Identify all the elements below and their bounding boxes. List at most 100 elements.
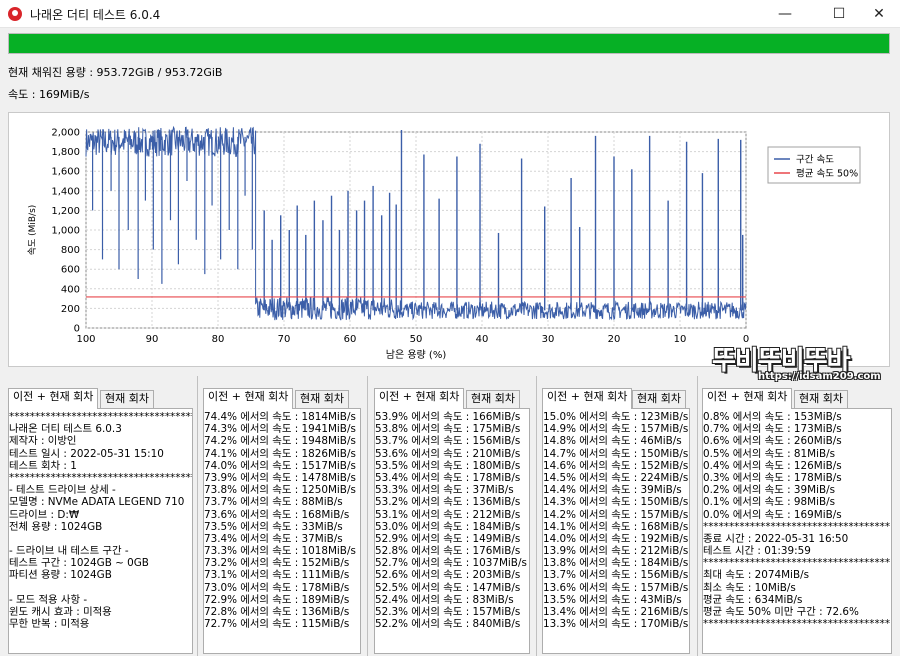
log-line: - 모드 적용 사항 - <box>9 593 88 606</box>
panel-divider <box>197 376 198 656</box>
log-line: 0.2% 에서의 속도 : 39MiB/s <box>703 484 836 497</box>
log-line: 0.8% 에서의 속도 : 153MiB/s <box>703 411 842 423</box>
log-panel-2: 이전 + 현재 회차 현재 회차 74.4% 에서의 속도 : 1814MiB/… <box>203 388 361 654</box>
log-line: 13.5% 에서의 속도 : 43MiB/s <box>543 593 682 606</box>
log-line: 테스트 구간 : 1024GB ~ 0GB <box>9 557 149 570</box>
minimize-button[interactable]: — <box>762 0 808 28</box>
log-line: - 테스트 드라이브 상세 - <box>9 484 116 497</box>
log-line: 15.0% 에서의 속도 : 123MiB/s <box>543 411 689 423</box>
title-bar: 나래온 더티 테스트 6.0.4 — ☐ ✕ <box>0 0 900 28</box>
log-line: 53.0% 에서의 속도 : 184MiB/s <box>375 520 521 533</box>
log-line: ************************************ <box>703 557 891 570</box>
blog-watermark: 뚜비뚜비뚜바 https://idsam209.com <box>711 340 892 388</box>
log-line: 53.5% 에서의 속도 : 180MiB/s <box>375 459 521 472</box>
log-line: 0.7% 에서의 속도 : 173MiB/s <box>703 423 842 436</box>
panel-divider <box>697 376 698 656</box>
log-line: 테스트 시간 : 01:39:59 <box>703 545 811 558</box>
log-line: 52.5% 에서의 속도 : 147MiB/s <box>375 581 521 594</box>
app-logo-icon <box>8 7 22 21</box>
log-line: ************************************ <box>703 520 891 533</box>
log-line: ************************************ <box>9 411 192 423</box>
log-line: 73.8% 에서의 속도 : 1250MiB/s <box>204 484 356 497</box>
log-line: 52.8% 에서의 속도 : 176MiB/s <box>375 545 521 558</box>
log-line: 14.1% 에서의 속도 : 168MiB/s <box>543 520 689 533</box>
tab-all-rounds[interactable]: 이전 + 현재 회차 <box>542 388 633 409</box>
tab-all-rounds[interactable]: 이전 + 현재 회차 <box>702 388 793 409</box>
log-line: 테스트 회차 : 1 <box>9 459 77 472</box>
log-line: 52.3% 에서의 속도 : 157MiB/s <box>375 606 521 618</box>
y-tick-label: 600 <box>61 265 80 276</box>
log-line: 14.5% 에서의 속도 : 224MiB/s <box>543 471 689 484</box>
log-line: 전체 용량 : 1024GB <box>9 520 103 533</box>
x-tick-label: 90 <box>146 334 159 345</box>
tab-current-round[interactable]: 현재 회차 <box>466 390 520 408</box>
log-line: 13.3% 에서의 속도 : 170MiB/s <box>543 618 689 631</box>
log-text-area[interactable]: 74.4% 에서의 속도 : 1814MiB/s 74.3% 에서의 속도 : 1… <box>203 408 361 654</box>
test-progress-fill <box>9 34 889 53</box>
x-axis-label: 남은 용량 (%) <box>386 349 447 361</box>
log-line: 13.6% 에서의 속도 : 157MiB/s <box>543 581 689 594</box>
x-tick-label: 10 <box>674 334 687 345</box>
x-tick-label: 70 <box>278 334 291 345</box>
log-line: 14.3% 에서의 속도 : 150MiB/s <box>543 496 689 509</box>
y-tick-label: 0 <box>74 324 80 335</box>
log-line: 0.6% 에서의 속도 : 260MiB/s <box>703 435 842 448</box>
tab-current-round[interactable]: 현재 회차 <box>100 390 154 408</box>
log-line: 제작자 : 이방인 <box>9 435 77 448</box>
tab-current-round[interactable]: 현재 회차 <box>295 390 349 408</box>
log-line: 73.1% 에서의 속도 : 111MiB/s <box>204 569 350 582</box>
tab-current-round[interactable]: 현재 회차 <box>632 390 686 408</box>
tab-all-rounds[interactable]: 이전 + 현재 회차 <box>203 388 294 409</box>
log-line: 평균 속도 : 634MiB/s <box>703 593 803 606</box>
log-line: 0.0% 에서의 속도 : 169MiB/s <box>703 508 842 521</box>
log-line: 74.3% 에서의 속도 : 1941MiB/s <box>204 423 356 436</box>
speed-chart-svg: 100 90 80 70 60 50 40 30 20 10 002004006008001,000… <box>27 125 861 361</box>
x-tick-label: 50 <box>410 334 423 345</box>
log-line: 74.0% 에서의 속도 : 1517MiB/s <box>204 459 356 472</box>
log-text-area[interactable]: 0.8% 에서의 속도 : 153MiB/s 0.7% 에서의 속도 : 173M… <box>702 408 892 654</box>
x-tick-label: 30 <box>542 334 555 345</box>
y-tick-label: 400 <box>61 284 80 295</box>
x-tick-label: 60 <box>344 334 357 345</box>
y-tick-label: 800 <box>61 245 80 256</box>
current-speed-text: 속도 : 169MiB/s <box>8 88 90 101</box>
log-line: 0.4% 에서의 속도 : 126MiB/s <box>703 459 842 472</box>
log-line: ************************************ <box>9 471 192 484</box>
log-text-area[interactable]: 15.0% 에서의 속도 : 123MiB/s 14.9% 에서의 속도 : 15… <box>542 408 690 654</box>
y-tick-label: 1,400 <box>51 186 80 197</box>
close-button[interactable]: ✕ <box>856 0 900 28</box>
tab-all-rounds[interactable]: 이전 + 현재 회차 <box>374 388 465 409</box>
log-line: 평균 속도 50% 미만 구간 : 72.6% <box>703 606 859 618</box>
log-line: 14.2% 에서의 속도 : 157MiB/s <box>543 508 689 521</box>
log-line: 드라이브 : D:₩ <box>9 508 80 521</box>
log-line: 53.8% 에서의 속도 : 175MiB/s <box>375 423 521 436</box>
y-tick-label: 1,800 <box>51 147 80 158</box>
log-line: 53.2% 에서의 속도 : 136MiB/s <box>375 496 521 509</box>
log-line: 0.3% 에서의 속도 : 178MiB/s <box>703 471 842 484</box>
legend-label: 구간 속도 <box>796 155 834 166</box>
log-line: 최대 속도 : 2074MiB/s <box>703 569 809 582</box>
log-text-area[interactable]: 53.9% 에서의 속도 : 166MiB/s 53.8% 에서의 속도 : 17… <box>374 408 530 654</box>
log-line: 74.1% 에서의 속도 : 1826MiB/s <box>204 447 356 460</box>
log-line: 나래온 더티 테스트 6.0.3 <box>9 423 122 436</box>
log-line: 14.9% 에서의 속도 : 157MiB/s <box>543 423 689 436</box>
log-line: 52.7% 에서의 속도 : 1037MiB/s <box>375 557 527 570</box>
log-line: 53.7% 에서의 속도 : 156MiB/s <box>375 435 521 448</box>
test-progress-bar <box>8 33 890 54</box>
log-line: 최소 속도 : 10MiB/s <box>703 581 796 594</box>
log-line: 14.7% 에서의 속도 : 150MiB/s <box>543 447 689 460</box>
filled-capacity-text: 현재 채워진 용량 : 953.72GiB / 953.72GiB <box>8 66 223 79</box>
log-line: 73.0% 에서의 속도 : 178MiB/s <box>204 581 350 594</box>
log-text-area[interactable]: ************************************ 나래온 … <box>8 408 193 654</box>
tab-current-round[interactable]: 현재 회차 <box>794 390 848 408</box>
log-line: 52.6% 에서의 속도 : 203MiB/s <box>375 569 521 582</box>
log-line: 74.4% 에서의 속도 : 1814MiB/s <box>204 411 356 423</box>
log-line: 테스트 일시 : 2022-05-31 15:10 <box>9 447 164 460</box>
tab-all-rounds[interactable]: 이전 + 현재 회차 <box>8 388 99 409</box>
log-line: 13.7% 에서의 속도 : 156MiB/s <box>543 569 689 582</box>
watermark-url: https://idsam209.com <box>758 371 881 382</box>
log-line: - 드라이브 내 테스트 구간 - <box>9 545 129 558</box>
log-line: 14.6% 에서의 속도 : 152MiB/s <box>543 459 689 472</box>
